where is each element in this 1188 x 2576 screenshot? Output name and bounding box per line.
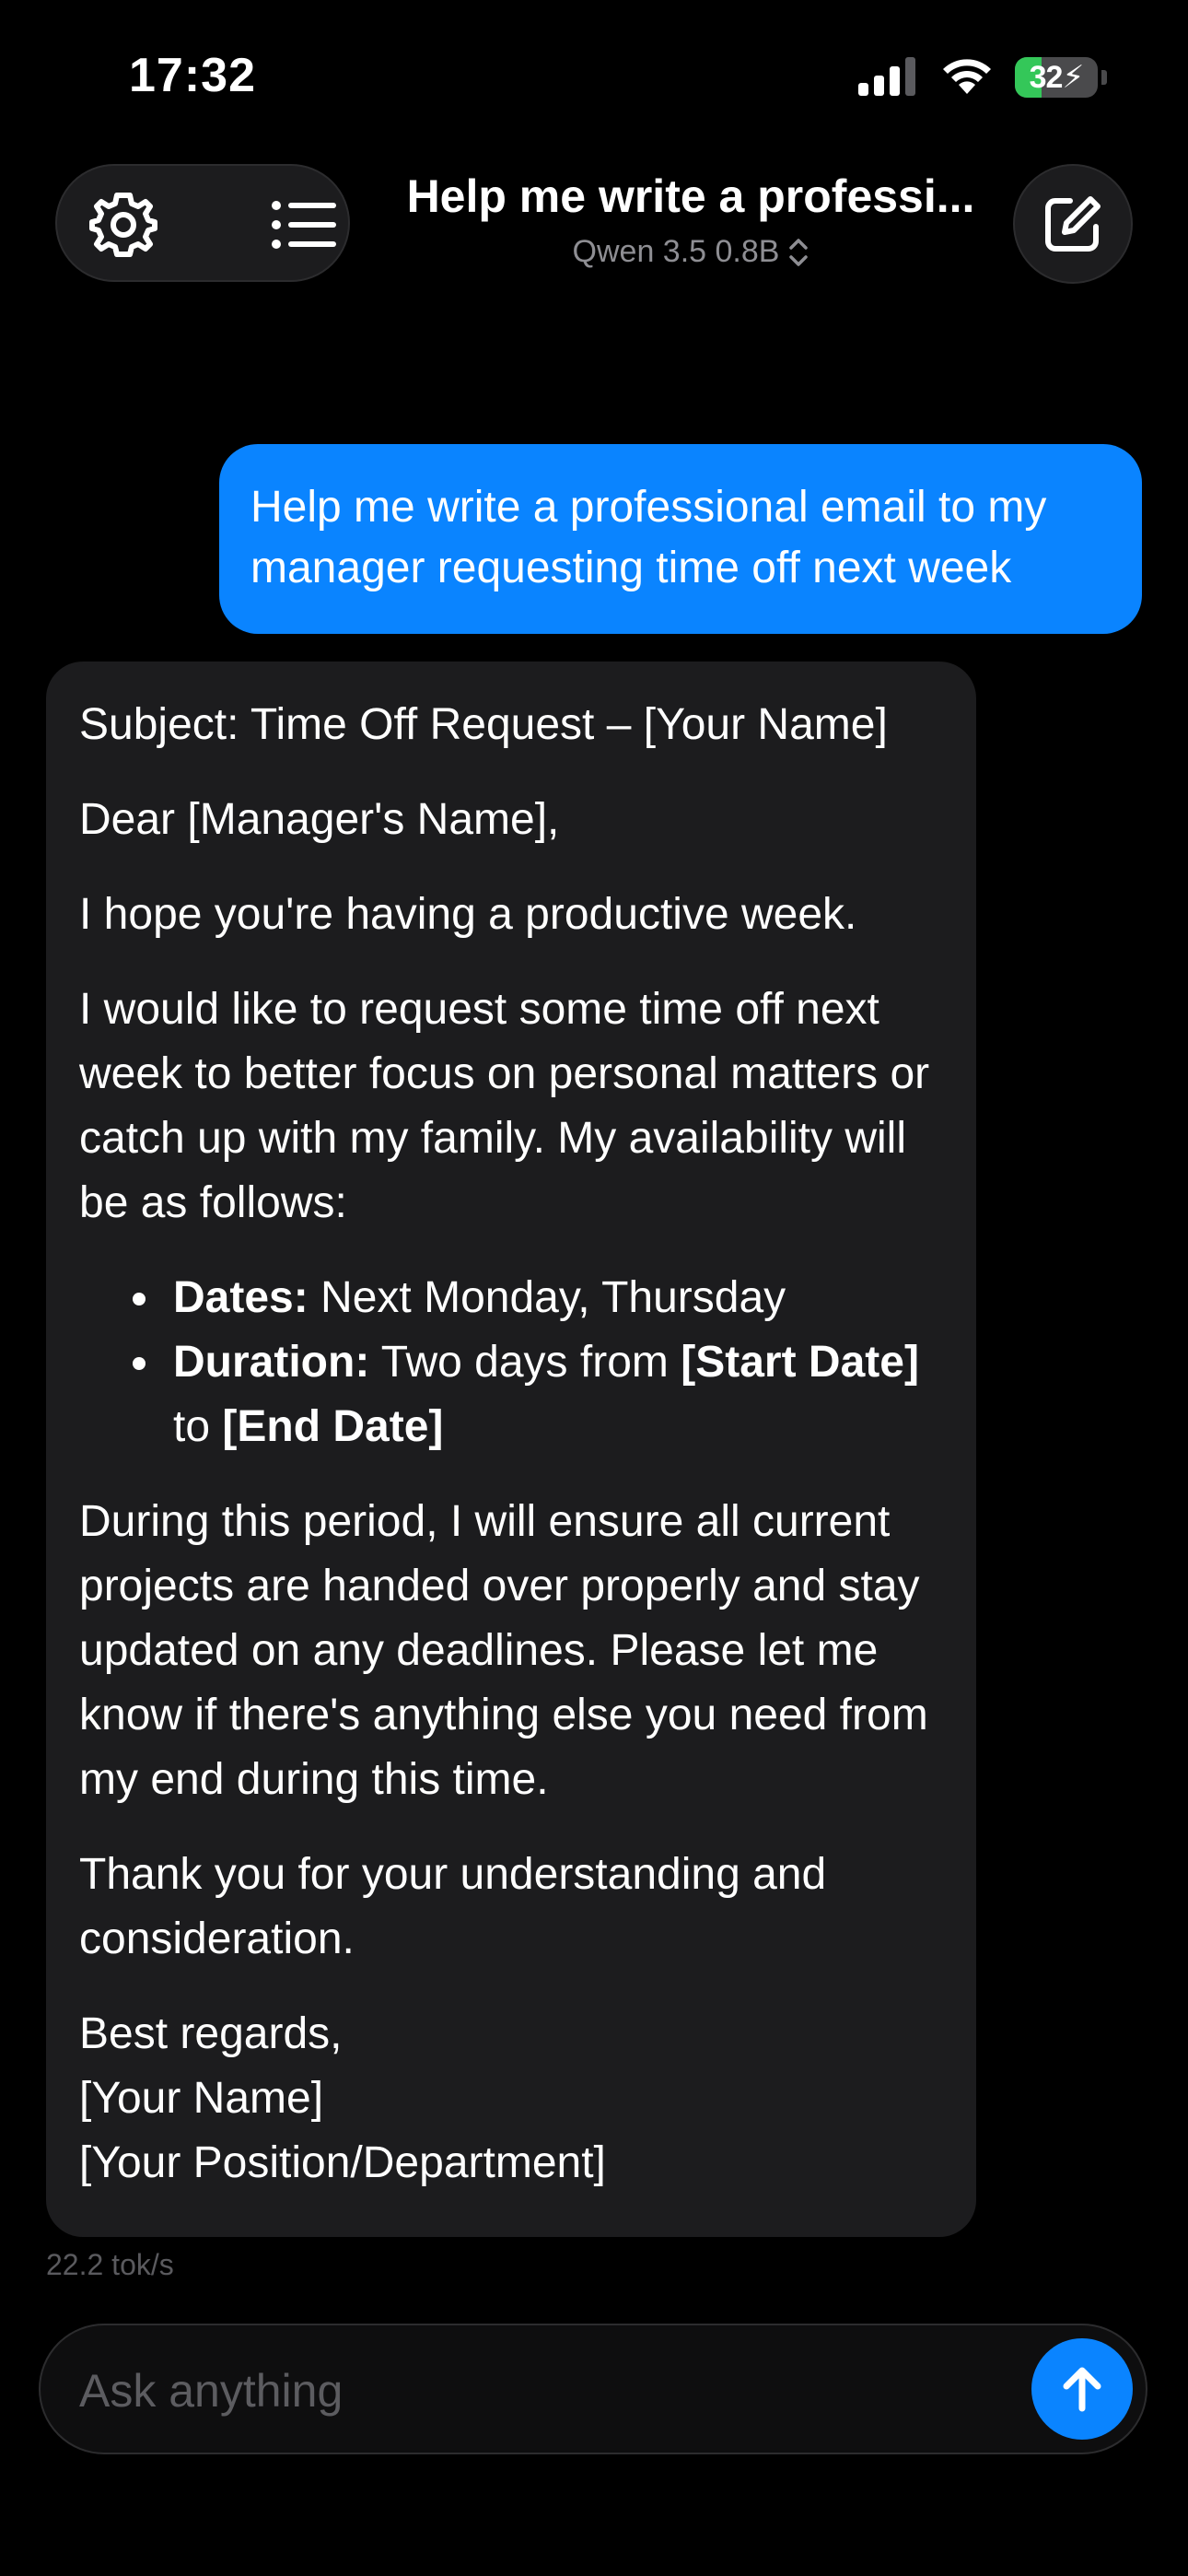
send-button[interactable] bbox=[1031, 2338, 1133, 2440]
composer bbox=[39, 2324, 1147, 2454]
battery-charging-icon: 32⚡ bbox=[1015, 57, 1098, 98]
bullet-text: to bbox=[173, 1402, 223, 1451]
chat-list-button[interactable] bbox=[265, 186, 343, 263]
battery-cap bbox=[1101, 70, 1107, 85]
email-subject: Subject: Time Off Request – [Your Name] bbox=[79, 700, 888, 749]
token-rate: 22.2 tok/s bbox=[46, 2248, 174, 2281]
bullet-label: Dates: bbox=[173, 1273, 309, 1322]
email-paragraph: I hope you're having a productive week. bbox=[79, 890, 857, 939]
signal-icon bbox=[858, 57, 915, 96]
gear-icon bbox=[89, 193, 157, 257]
bullet-text: Next Monday, Thursday bbox=[308, 1273, 786, 1322]
email-paragraph: Thank you for your understanding and con… bbox=[79, 1850, 827, 1963]
status-bar: 17:32 32⚡ bbox=[0, 0, 1188, 157]
chat-title: Help me write a professi... bbox=[406, 170, 975, 222]
assistant-message: Subject: Time Off Request – [Your Name] … bbox=[46, 662, 976, 2237]
end-date-placeholder: [End Date] bbox=[222, 1402, 444, 1451]
email-paragraph: During this period, I will ensure all cu… bbox=[79, 1497, 928, 1804]
status-time: 17:32 bbox=[129, 49, 256, 102]
compose-icon bbox=[1045, 196, 1101, 252]
battery-level: 32⚡ bbox=[1029, 60, 1085, 95]
signature-position: [Your Position/Department] bbox=[79, 2138, 606, 2187]
signature-closing: Best regards, bbox=[79, 2009, 343, 2058]
bullet-text: Two days from bbox=[369, 1338, 681, 1387]
list-icon bbox=[272, 201, 336, 249]
email-paragraph: I would like to request some time off ne… bbox=[79, 985, 930, 1227]
email-bullet-list: Dates: Next Monday, Thursday Duration: T… bbox=[79, 1266, 943, 1459]
model-label: Qwen 3.5 0.8B bbox=[572, 234, 780, 269]
settings-button[interactable] bbox=[85, 186, 162, 263]
start-date-placeholder: [Start Date] bbox=[681, 1338, 919, 1387]
new-chat-button[interactable] bbox=[1013, 164, 1133, 284]
message-input[interactable] bbox=[77, 2357, 1002, 2425]
email-greeting: Dear [Manager's Name], bbox=[79, 795, 560, 844]
arrow-up-icon bbox=[1063, 2367, 1101, 2412]
bullet-label: Duration: bbox=[173, 1338, 370, 1387]
email-signature: Best regards, [Your Name] [Your Position… bbox=[79, 2002, 943, 2195]
signature-name: [Your Name] bbox=[79, 2074, 324, 2123]
wifi-icon bbox=[943, 59, 991, 94]
user-message: Help me write a professional email to my… bbox=[219, 444, 1142, 634]
model-selector[interactable]: Qwen 3.5 0.8B bbox=[387, 234, 995, 270]
chevron-up-down-icon bbox=[789, 238, 809, 266]
bullet-dates: Dates: Next Monday, Thursday bbox=[133, 1266, 943, 1330]
header-left-pill bbox=[55, 164, 350, 282]
status-icons: 32⚡ bbox=[858, 57, 1107, 98]
bullet-duration: Duration: Two days from [Start Date] to … bbox=[133, 1330, 943, 1459]
